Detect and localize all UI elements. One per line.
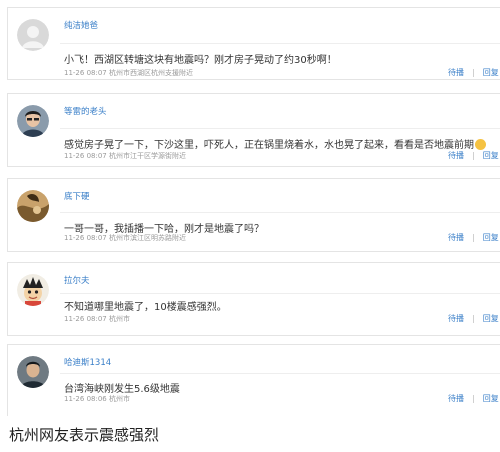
comment-card: 拉尔夫 不知道哪里地震了，10楼震感强烈。 11-26 08:07 杭州市 待播… [7, 262, 500, 336]
comment-location: 杭州市西湖区杭州支援附近 [108, 69, 193, 77]
pending-link[interactable]: 待播 [448, 394, 464, 403]
separator: | [472, 394, 475, 403]
pending-link[interactable]: 待播 [448, 314, 464, 323]
comment-text: 小飞！西湖区转塘这块有地震吗？刚才房子晃动了约30秒啊！ [64, 55, 337, 66]
comment-time: 11-26 08:06 [64, 395, 107, 403]
separator: | [472, 68, 475, 77]
divider [60, 293, 500, 294]
screenshot-stage: 纯洁她爸 小飞！西湖区转塘这块有地震吗？刚才房子晃动了约30秒啊！ 11-26 … [0, 0, 500, 452]
comment-location: 杭州市江干区学源街附近 [108, 152, 186, 160]
divider [60, 43, 500, 44]
comment-card: 底下硬 一哥一哥，我插播一下哈，刚才是地震了吗？ 11-26 08:07 杭州市… [7, 178, 500, 252]
separator: | [472, 314, 475, 323]
comment-actions: 待播 | 回复 [448, 393, 499, 404]
comment-text: 台湾海峡刚发生5.6级地震 [64, 384, 180, 395]
comment-location: 杭州市 [108, 395, 130, 403]
comment-meta: 11-26 08:07 杭州市西湖区杭州支援附近 [64, 68, 193, 78]
comment-username[interactable]: 等雷的老头 [64, 105, 107, 117]
comment-location: 杭州市 [108, 315, 130, 323]
comment-text: 感觉房子晃了一下，下沙这里，吓死人，正在锅里烧着水，水也晃了起来，看看是否地震前… [64, 136, 486, 151]
reply-link[interactable]: 回复 [483, 233, 499, 242]
man-avatar-icon[interactable] [17, 105, 49, 137]
pending-link[interactable]: 待播 [448, 233, 464, 242]
comment-meta: 11-26 08:07 杭州市江干区学源街附近 [64, 151, 186, 161]
comment-meta: 11-26 08:07 杭州市 [64, 314, 130, 324]
divider [60, 373, 500, 374]
laugh-emoji-icon [475, 139, 486, 150]
reply-link[interactable]: 回复 [483, 151, 499, 160]
comment-time: 11-26 08:07 [64, 69, 107, 77]
divider [60, 212, 500, 213]
comment-actions: 待播 | 回复 [448, 313, 499, 324]
comment-card: 哈迪斯1314 台湾海峡刚发生5.6级地震 11-26 08:06 杭州市 待播… [7, 344, 500, 416]
comment-time: 11-26 08:07 [64, 315, 107, 323]
comment-actions: 待播 | 回复 [448, 67, 499, 78]
separator: | [472, 151, 475, 160]
comment-username[interactable]: 纯洁她爸 [64, 19, 98, 31]
image-caption: 杭州网友表示震感强烈 [9, 426, 160, 444]
comment-card: 纯洁她爸 小飞！西湖区转塘这块有地震吗？刚才房子晃动了约30秒啊！ 11-26 … [7, 7, 500, 80]
comment-card: 等雷的老头 感觉房子晃了一下，下沙这里，吓死人，正在锅里烧着水，水也晃了起来，看… [7, 93, 500, 167]
divider [60, 128, 500, 129]
comment-username[interactable]: 底下硬 [64, 190, 90, 202]
comment-username[interactable]: 哈迪斯1314 [64, 356, 111, 368]
cartoon-avatar-icon[interactable] [17, 274, 49, 306]
comment-text: 不知道哪里地震了，10楼震感强烈。 [64, 302, 227, 313]
separator: | [472, 233, 475, 242]
comment-actions: 待播 | 回复 [448, 232, 499, 243]
comment-location: 杭州市滨江区明苏路附近 [108, 234, 186, 242]
portrait-avatar-icon[interactable] [17, 356, 49, 388]
comment-meta: 11-26 08:06 杭州市 [64, 394, 130, 404]
photo-avatar-icon[interactable] [17, 190, 49, 222]
comment-username[interactable]: 拉尔夫 [64, 274, 90, 286]
comment-time: 11-26 08:07 [64, 152, 107, 160]
reply-link[interactable]: 回复 [483, 68, 499, 77]
pending-link[interactable]: 待播 [448, 68, 464, 77]
comment-actions: 待播 | 回复 [448, 150, 499, 161]
comment-meta: 11-26 08:07 杭州市滨江区明苏路附近 [64, 233, 186, 243]
comment-time: 11-26 08:07 [64, 234, 107, 242]
reply-link[interactable]: 回复 [483, 314, 499, 323]
default-avatar-icon[interactable] [17, 19, 49, 51]
reply-link[interactable]: 回复 [483, 394, 499, 403]
pending-link[interactable]: 待播 [448, 151, 464, 160]
comment-text-body: 感觉房子晃了一下，下沙这里，吓死人，正在锅里烧着水，水也晃了起来，看看是否地震前… [64, 140, 474, 151]
